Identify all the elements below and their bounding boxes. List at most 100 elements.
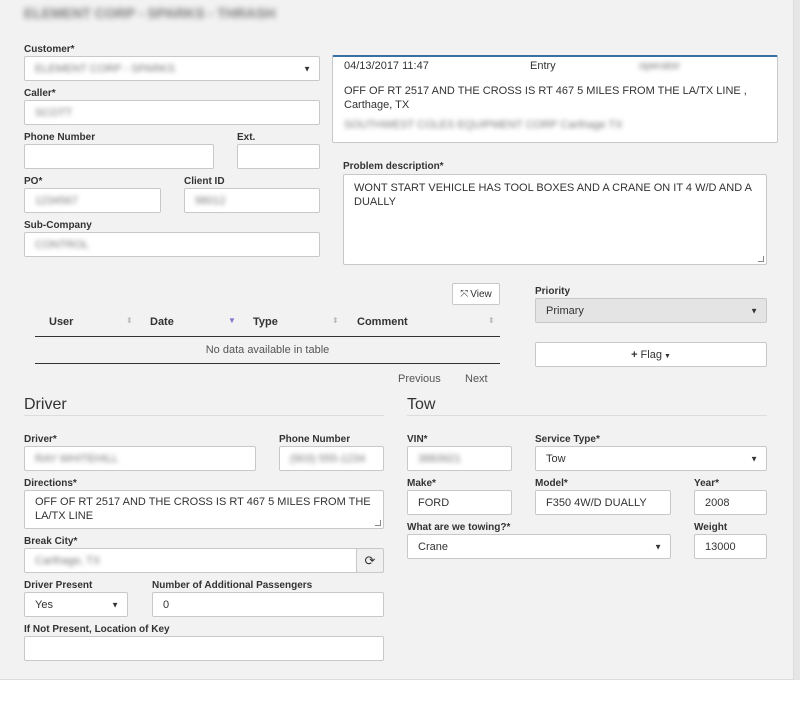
service-type-select[interactable]: Tow ▼ <box>535 446 767 471</box>
expand-icon: ⤧ <box>460 288 469 300</box>
page-scrollbar[interactable] <box>794 0 800 680</box>
ext-input[interactable] <box>237 144 320 169</box>
resize-handle[interactable] <box>375 520 381 526</box>
flag-button-label: Flag <box>640 348 662 361</box>
model-input[interactable]: F350 4W/D DUALLY <box>535 490 671 515</box>
year-label: Year* <box>694 478 720 489</box>
break-city-input[interactable]: Carthage, TX <box>24 548 357 573</box>
driver-phone-input[interactable]: (903) 555-1234 <box>279 446 384 471</box>
note-timestamp: 04/13/2017 11:47 <box>344 60 429 72</box>
column-user[interactable]: User <box>49 316 73 328</box>
passengers-input[interactable]: 0 <box>152 592 384 617</box>
flag-button[interactable]: + Flag ▼ <box>535 342 767 367</box>
customer-select[interactable]: ELEMENT CORP - SPARKS ▼ <box>24 56 320 81</box>
chevron-down-icon: ▼ <box>654 542 662 551</box>
sub-company-value: CONTROL <box>35 238 89 251</box>
client-id-label: Client ID <box>184 176 225 187</box>
phone-label: Phone Number <box>24 132 96 143</box>
make-input[interactable]: FORD <box>407 490 512 515</box>
po-value: 1234567 <box>35 194 78 207</box>
view-button-label: View <box>470 288 492 300</box>
customer-value: ELEMENT CORP - SPARKS <box>35 62 175 75</box>
towing-label: What are we towing?* <box>407 522 511 533</box>
plus-icon: + <box>631 348 638 361</box>
caller-input[interactable]: SCOTT <box>24 100 320 125</box>
caller-label: Caller* <box>24 88 56 99</box>
call-note: 04/13/2017 11:47 Entry operator OFF OF R… <box>332 55 778 143</box>
phone-input[interactable] <box>24 144 214 169</box>
chevron-down-icon: ▼ <box>750 306 758 315</box>
driver-label: Driver* <box>24 434 57 445</box>
year-value: 2008 <box>705 496 730 509</box>
towing-value: Crane <box>418 540 448 553</box>
directions-textarea[interactable]: OFF OF RT 2517 AND THE CROSS IS RT 467 5… <box>24 490 384 529</box>
page-title: ELEMENT CORP - SPARKS - THRASH <box>24 5 276 21</box>
table-footer-rule <box>35 363 500 364</box>
sub-company-input[interactable]: CONTROL <box>24 232 320 257</box>
tow-section-rule <box>407 415 767 416</box>
sort-desc-icon: ▼ <box>228 316 236 325</box>
priority-label: Priority <box>535 286 571 297</box>
break-city-label: Break City* <box>24 536 78 547</box>
weight-value: 13000 <box>705 540 736 553</box>
passengers-value: 0 <box>163 598 170 611</box>
problem-textarea[interactable]: WONT START VEHICLE HAS TOOL BOXES AND A … <box>343 174 767 265</box>
directions-value: OFF OF RT 2517 AND THE CROSS IS RT 467 5… <box>35 496 371 522</box>
weight-label: Weight <box>694 522 728 533</box>
resize-handle[interactable] <box>758 256 764 262</box>
next-page-link[interactable]: Next <box>465 373 488 385</box>
column-type[interactable]: Type <box>253 316 278 328</box>
ext-label: Ext. <box>237 132 256 143</box>
make-value: FORD <box>418 496 450 509</box>
driver-present-value: Yes <box>35 598 53 611</box>
passengers-label: Number of Additional Passengers <box>152 580 313 591</box>
sort-icon: ⬍ <box>332 316 339 325</box>
key-location-label: If Not Present, Location of Key <box>24 624 170 635</box>
view-button[interactable]: ⤧ View <box>452 283 500 305</box>
sub-company-label: Sub-Company <box>24 220 92 231</box>
driver-present-select[interactable]: Yes ▼ <box>24 592 128 617</box>
chevron-down-icon: ▼ <box>303 64 311 73</box>
refresh-button[interactable]: ⟳ <box>356 548 384 573</box>
driver-input[interactable]: RAY WHITEHILL <box>24 446 256 471</box>
note-type: Entry <box>530 60 556 72</box>
column-date[interactable]: Date <box>150 316 174 328</box>
priority-select[interactable]: Primary ▼ <box>535 298 767 323</box>
vin-value: 3883921 <box>418 452 461 465</box>
column-comment[interactable]: Comment <box>357 316 408 328</box>
driver-section-rule <box>24 415 384 416</box>
caller-value: SCOTT <box>35 106 73 119</box>
vin-label: VIN* <box>407 434 428 445</box>
service-type-value: Tow <box>546 452 566 465</box>
year-input[interactable]: 2008 <box>694 490 767 515</box>
model-value: F350 4W/D DUALLY <box>546 496 647 509</box>
problem-value: WONT START VEHICLE HAS TOOL BOXES AND A … <box>354 182 752 208</box>
previous-page-link[interactable]: Previous <box>398 373 441 385</box>
driver-value: RAY WHITEHILL <box>35 452 119 465</box>
service-type-label: Service Type* <box>535 434 600 445</box>
vin-input[interactable]: 3883921 <box>407 446 512 471</box>
weight-input[interactable]: 13000 <box>694 534 767 559</box>
po-input[interactable]: 1234567 <box>24 188 161 213</box>
driver-phone-value: (903) 555-1234 <box>290 452 366 465</box>
sort-icon: ⬍ <box>488 316 495 325</box>
note-sub: SOUTHWEST COLES EQUIPMENT CORP Carthage … <box>344 119 623 131</box>
towing-select[interactable]: Crane ▼ <box>407 534 671 559</box>
table-header-rule <box>35 336 500 337</box>
sort-icon: ⬍ <box>126 316 133 325</box>
refresh-icon: ⟳ <box>364 552 376 568</box>
caret-down-icon: ▼ <box>663 353 671 360</box>
directions-label: Directions* <box>24 478 77 489</box>
driver-present-label: Driver Present <box>24 580 93 591</box>
table-empty-message: No data available in table <box>205 344 330 356</box>
problem-label: Problem description* <box>343 161 444 172</box>
key-location-input[interactable] <box>24 636 384 661</box>
model-label: Model* <box>535 478 568 489</box>
chevron-down-icon: ▼ <box>111 600 119 609</box>
driver-section-title: Driver <box>24 396 67 413</box>
priority-value: Primary <box>546 304 584 317</box>
driver-phone-label: Phone Number <box>279 434 351 445</box>
customer-label: Customer* <box>24 44 75 55</box>
dispatch-page: ELEMENT CORP - SPARKS - THRASH Customer*… <box>0 0 794 680</box>
client-id-input[interactable]: 98012 <box>184 188 320 213</box>
